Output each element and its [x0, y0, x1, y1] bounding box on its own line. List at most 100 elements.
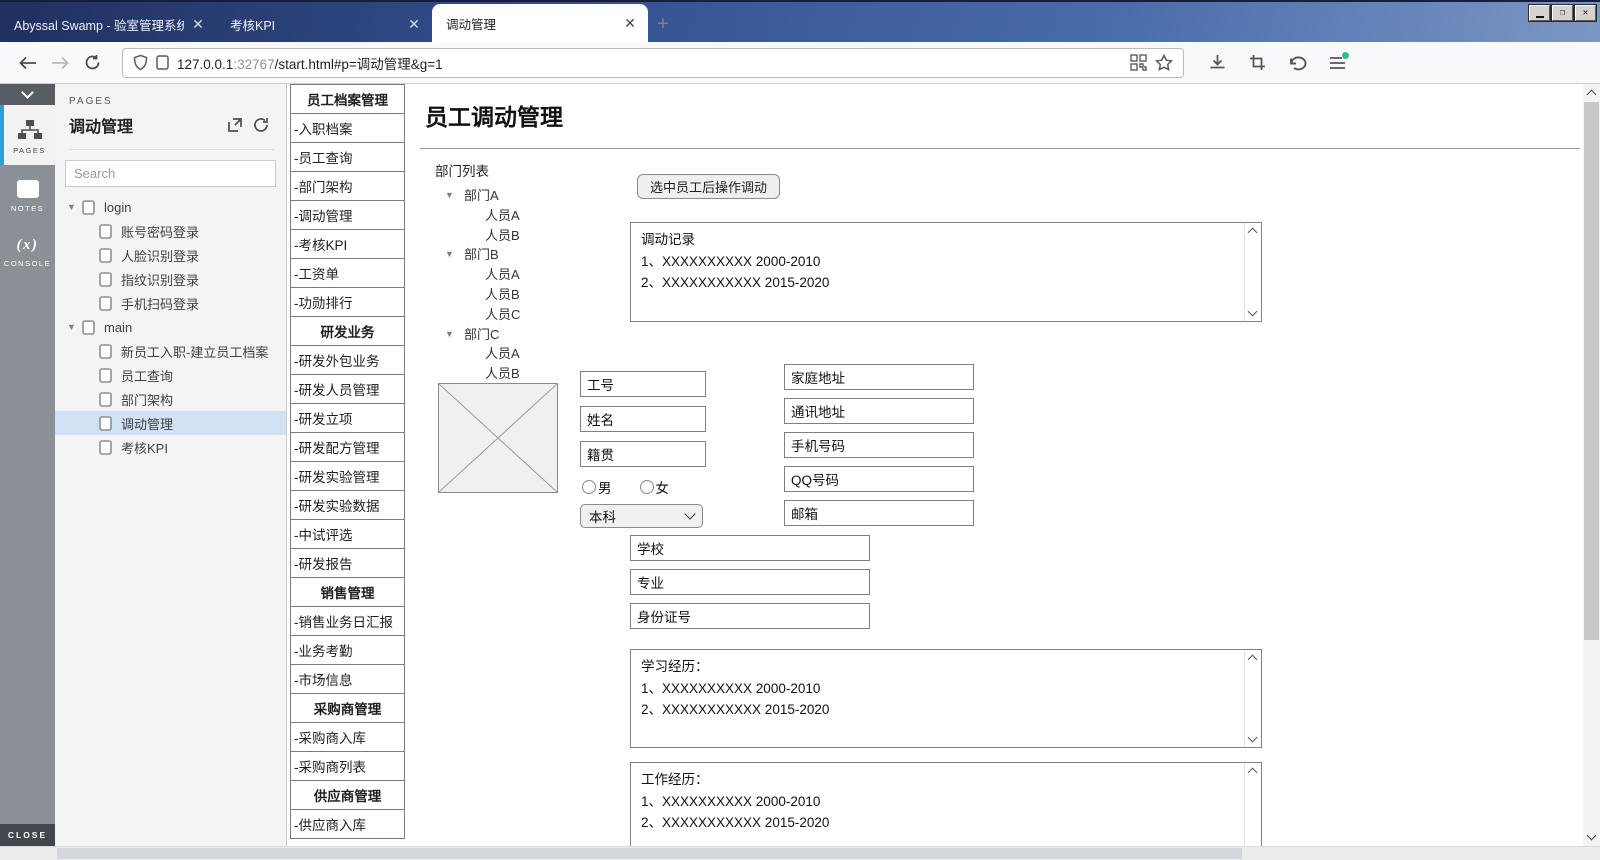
collapse-rail-button[interactable] — [0, 84, 55, 105]
scroll-up-icon[interactable] — [1587, 90, 1597, 100]
menu-item[interactable]: -工资单 — [290, 258, 405, 288]
rail-item-pages[interactable]: PAGES — [0, 105, 55, 165]
transfer-action-button[interactable]: 选中员工后操作调动 — [637, 174, 780, 199]
tree-page-item[interactable]: 员工查询 — [55, 363, 286, 387]
menu-item[interactable]: -研发实验管理 — [290, 461, 405, 491]
menu-item[interactable]: -研发外包业务 — [290, 345, 405, 375]
menu-item[interactable]: -员工查询 — [290, 142, 405, 172]
scroll-down-icon[interactable] — [1248, 307, 1258, 317]
reload-button[interactable] — [76, 47, 108, 79]
menu-item[interactable]: -业务考勤 — [290, 635, 405, 665]
open-in-new-icon[interactable] — [222, 117, 248, 133]
tree-folder[interactable]: ▼ login — [55, 195, 286, 219]
textarea-scrollbar[interactable] — [1244, 650, 1261, 747]
refresh-page-icon[interactable] — [248, 117, 274, 133]
menu-item[interactable]: -部门架构 — [290, 171, 405, 201]
page-info-icon[interactable] — [156, 55, 169, 70]
vertical-scrollbar[interactable] — [1583, 84, 1600, 846]
dept-node[interactable]: ▼部门C — [445, 325, 520, 345]
work-history-box[interactable]: 工作经历：1、XXXXXXXXXX 2000-20102、XXXXXXXXXXX… — [630, 762, 1262, 846]
radio-icon[interactable] — [640, 480, 654, 494]
transfer-record-box[interactable]: 调动记录1、XXXXXXXXXX 2000-20102、XXXXXXXXXXX … — [630, 222, 1262, 322]
restore-button[interactable]: ❐ — [1552, 5, 1573, 21]
tab-kpi[interactable]: 考核KPI ✕ — [216, 6, 432, 42]
tab-lims[interactable]: Abyssal Swamp - 验室管理系统LIMS ✕ — [0, 6, 216, 42]
menu-item[interactable]: -中试评选 — [290, 519, 405, 549]
person-node[interactable]: 人员B — [445, 226, 520, 246]
menu-item[interactable]: -考核KPI — [290, 229, 405, 259]
tree-page-item[interactable]: 调动管理 — [55, 411, 286, 435]
scroll-down-icon[interactable] — [1587, 831, 1597, 841]
tree-page-item[interactable]: 考核KPI — [55, 435, 286, 459]
scrollbar-thumb[interactable] — [57, 848, 1242, 859]
undo-icon[interactable] — [1282, 48, 1312, 78]
tab-close-icon[interactable]: ✕ — [406, 16, 422, 33]
menu-item[interactable]: -研发配方管理 — [290, 432, 405, 462]
tab-close-icon[interactable]: ✕ — [622, 15, 638, 32]
field-工号[interactable]: 工号 — [580, 371, 706, 397]
gender-option-男[interactable]: 男 — [582, 477, 612, 497]
menu-item[interactable]: -研发报告 — [290, 548, 405, 578]
tree-page-item[interactable]: 手机扫码登录 — [55, 291, 286, 315]
pages-search-input[interactable] — [65, 160, 276, 187]
tab-close-icon[interactable]: ✕ — [190, 16, 206, 33]
scroll-up-icon[interactable] — [1248, 768, 1258, 778]
field-专业[interactable]: 专业 — [630, 569, 870, 595]
person-node[interactable]: 人员A — [445, 206, 520, 226]
menu-item[interactable]: -调动管理 — [290, 200, 405, 230]
new-tab-button[interactable]: + — [648, 6, 678, 42]
tree-page-item[interactable]: 部门架构 — [55, 387, 286, 411]
field-手机号码[interactable]: 手机号码 — [784, 432, 974, 458]
url-text[interactable]: 127.0.0.1:32767/start.html#p=调动管理&g=1 — [177, 53, 1122, 73]
tree-page-item[interactable]: 新员工入职-建立员工档案 — [55, 339, 286, 363]
dept-node[interactable]: ▼部门A — [445, 186, 520, 206]
bookmark-star-icon[interactable] — [1155, 54, 1173, 71]
rail-item-notes[interactable]: NOTES — [0, 165, 55, 223]
scroll-up-icon[interactable] — [1248, 228, 1258, 238]
menu-item[interactable]: -入职档案 — [290, 113, 405, 143]
field-家庭地址[interactable]: 家庭地址 — [784, 364, 974, 390]
person-node[interactable]: 人员B — [445, 364, 520, 384]
minimize-button[interactable] — [1529, 5, 1550, 21]
person-node[interactable]: 人员A — [445, 265, 520, 285]
menu-item[interactable]: -销售业务日汇报 — [290, 606, 405, 636]
menu-item[interactable]: -研发人员管理 — [290, 374, 405, 404]
field-身份证号[interactable]: 身份证号 — [630, 603, 870, 629]
downloads-icon[interactable] — [1202, 48, 1232, 78]
field-邮箱[interactable]: 邮箱 — [784, 500, 974, 526]
menu-item[interactable]: -市场信息 — [290, 664, 405, 694]
shield-icon[interactable] — [133, 54, 148, 71]
tree-page-item[interactable]: 人脸识别登录 — [55, 243, 286, 267]
back-button[interactable] — [12, 47, 44, 79]
menu-item[interactable]: -采购商列表 — [290, 751, 405, 781]
tab-transfer-active[interactable]: 调动管理 ✕ — [432, 4, 648, 42]
study-history-box[interactable]: 学习经历：1、XXXXXXXXXX 2000-20102、XXXXXXXXXXX… — [630, 649, 1262, 748]
menu-icon[interactable] — [1322, 48, 1352, 78]
scroll-down-icon[interactable] — [1248, 733, 1258, 743]
field-通讯地址[interactable]: 通讯地址 — [784, 398, 974, 424]
person-node[interactable]: 人员B — [445, 285, 520, 305]
menu-item[interactable]: -功勋排行 — [290, 287, 405, 317]
education-select[interactable]: 本科 — [580, 504, 703, 528]
horizontal-scrollbar[interactable] — [0, 846, 1600, 860]
screenshot-icon[interactable] — [1242, 48, 1272, 78]
radio-icon[interactable] — [582, 480, 596, 494]
field-姓名[interactable]: 姓名 — [580, 406, 706, 432]
close-panel-button[interactable]: CLOSE — [0, 824, 55, 846]
gender-option-女[interactable]: 女 — [640, 477, 670, 497]
url-bar[interactable]: 127.0.0.1:32767/start.html#p=调动管理&g=1 — [122, 48, 1184, 78]
menu-item[interactable]: -供应商入库 — [290, 809, 405, 839]
scroll-up-icon[interactable] — [1248, 655, 1258, 665]
qr-code-icon[interactable] — [1130, 54, 1147, 71]
close-button[interactable]: ✕ — [1575, 5, 1596, 21]
rail-item-console[interactable]: (x) CONSOLE — [0, 223, 55, 278]
textarea-scrollbar[interactable] — [1244, 223, 1261, 321]
tree-folder[interactable]: ▼ main — [55, 315, 286, 339]
scrollbar-thumb[interactable] — [1584, 102, 1599, 640]
field-籍贯[interactable]: 籍贯 — [580, 441, 706, 467]
field-学校[interactable]: 学校 — [630, 535, 870, 561]
textarea-scrollbar[interactable] — [1244, 763, 1261, 846]
field-QQ号码[interactable]: QQ号码 — [784, 466, 974, 492]
menu-item[interactable]: -采购商入库 — [290, 722, 405, 752]
forward-button[interactable] — [44, 47, 76, 79]
